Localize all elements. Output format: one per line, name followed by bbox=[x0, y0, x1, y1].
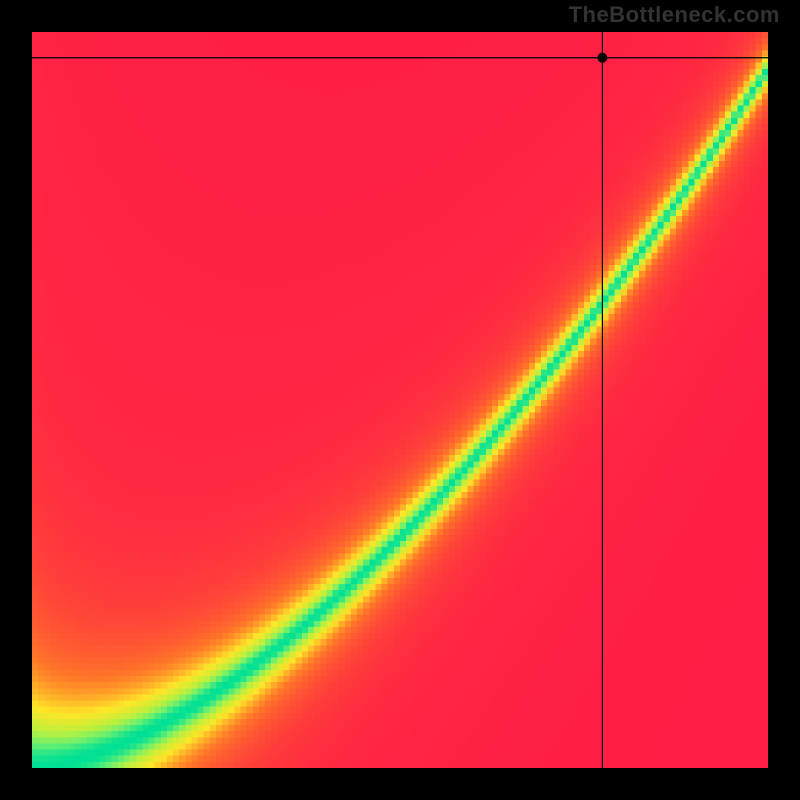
bottleneck-heatmap bbox=[32, 32, 768, 768]
chart-container: TheBottleneck.com bbox=[0, 0, 800, 800]
watermark-text: TheBottleneck.com bbox=[569, 2, 780, 28]
